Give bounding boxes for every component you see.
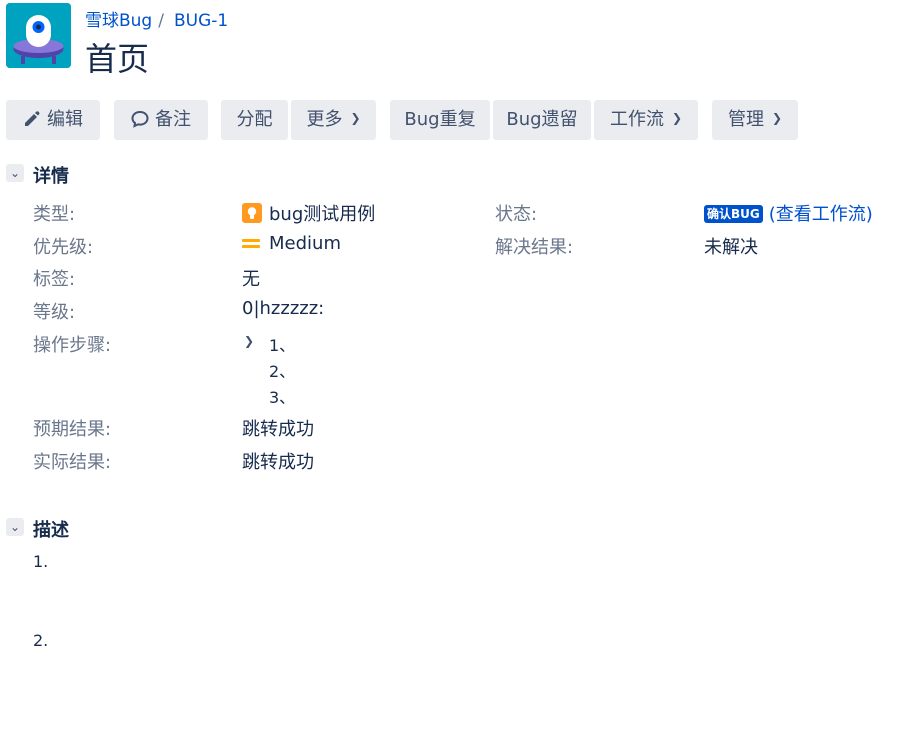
step-item: 1、 (269, 336, 296, 355)
breadcrumb: 雪球Bug / BUG-1 (85, 6, 228, 31)
tags-value: 无 (242, 269, 260, 290)
collapse-chevron-icon[interactable]: ⌄ (6, 164, 24, 182)
speech-bubble-icon (131, 110, 149, 128)
comment-button-label: 备注 (155, 109, 191, 130)
assign-button-label: 分配 (236, 109, 273, 130)
priority-label: 优先级: (33, 237, 94, 258)
chevron-down-icon: ❯ (671, 111, 683, 125)
status-value: 确认BUG (查看工作流) (704, 200, 873, 226)
type-value-text: bug测试用例 (269, 204, 376, 225)
actual-result-label: 实际结果: (33, 452, 112, 473)
bug-duplicate-button[interactable]: Bug重复 (390, 100, 490, 140)
priority-value: Medium (242, 233, 341, 254)
level-label: 等级: (33, 302, 76, 323)
lightbulb-icon (242, 203, 262, 223)
pencil-icon (25, 111, 40, 126)
steps-label: 操作步骤: (33, 335, 112, 356)
chevron-down-icon: ❯ (350, 111, 361, 125)
collapse-chevron-icon[interactable]: ⌄ (6, 518, 24, 536)
resolution-value: 未解决 (704, 237, 758, 258)
description-section-title: 描述 (33, 520, 69, 541)
equals-medium-icon (242, 236, 260, 250)
more-dropdown-label: 更多 (306, 109, 343, 130)
bug-leftover-button[interactable]: Bug遗留 (493, 100, 591, 140)
workflow-dropdown[interactable]: 工作流 ❯ (594, 100, 698, 140)
description-item: 2. (33, 631, 49, 650)
bug-duplicate-button-label: Bug重复 (404, 109, 476, 130)
description-item: 1. (33, 552, 49, 571)
comment-button[interactable]: 备注 (114, 100, 208, 140)
expected-result-value: 跳转成功 (242, 419, 314, 440)
admin-dropdown-label: 管理 (727, 109, 764, 130)
page-title: 首页 (85, 40, 150, 78)
status-label: 状态: (495, 204, 538, 225)
admin-dropdown[interactable]: 管理 ❯ (712, 100, 798, 140)
level-value: 0|hzzzzz: (242, 298, 325, 319)
actual-result-value: 跳转成功 (242, 452, 314, 473)
breadcrumb-project-link[interactable]: 雪球Bug (85, 11, 152, 31)
expected-result-label: 预期结果: (33, 419, 112, 440)
step-item: 2、 (269, 362, 296, 381)
edit-button[interactable]: 编辑 (6, 100, 100, 140)
view-workflow-link[interactable]: (查看工作流) (769, 204, 873, 225)
details-section-title: 详情 (33, 166, 69, 187)
resolution-label: 解决结果: (495, 237, 574, 258)
edit-button-label: 编辑 (47, 109, 83, 130)
priority-value-text: Medium (269, 233, 341, 254)
type-label: 类型: (33, 204, 76, 225)
breadcrumb-issue-link[interactable]: BUG-1 (174, 11, 228, 31)
more-dropdown[interactable]: 更多 ❯ (291, 100, 376, 140)
step-item: 3、 (269, 388, 296, 407)
bug-leftover-button-label: Bug遗留 (506, 109, 578, 130)
ufo-alien-icon (6, 3, 71, 68)
chevron-down-icon: ❯ (771, 111, 783, 125)
assign-button[interactable]: 分配 (221, 100, 288, 140)
status-badge: 确认BUG (704, 205, 763, 223)
breadcrumb-separator: / (158, 11, 164, 31)
steps-collapse-chevron-icon[interactable]: ❯ (244, 334, 254, 348)
type-value: bug测试用例 (242, 200, 375, 226)
workflow-dropdown-label: 工作流 (609, 109, 664, 130)
project-avatar[interactable] (6, 3, 71, 68)
tags-label: 标签: (33, 269, 76, 290)
